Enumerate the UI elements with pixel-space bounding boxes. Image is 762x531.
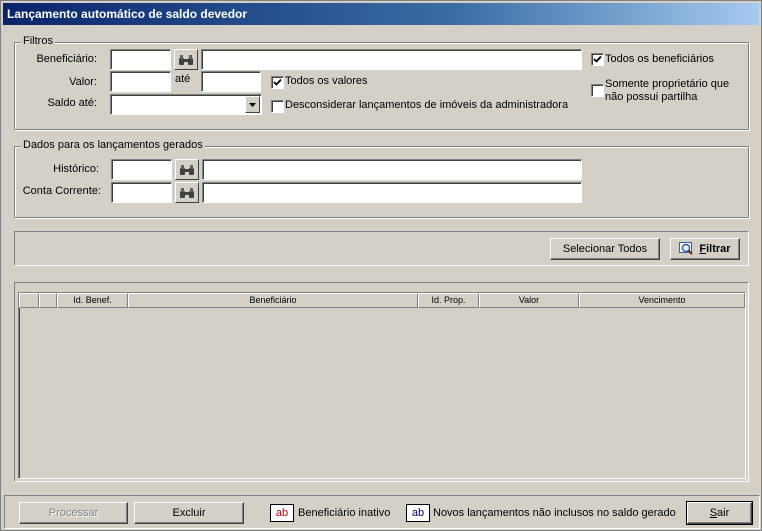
somente-proprietario-checkbox[interactable] <box>591 84 604 97</box>
desconsiderar-checkbox[interactable] <box>271 100 284 113</box>
excluir-button[interactable]: Excluir <box>134 502 244 524</box>
main-window: Lançamento automático de saldo devedor F… <box>0 0 762 531</box>
conta-desc-input[interactable] <box>202 182 582 203</box>
binoculars-icon <box>180 187 194 198</box>
dados-group-title: Dados para os lançamentos gerados <box>21 139 205 151</box>
saldo-label: Saldo até: <box>47 97 97 109</box>
valor-from-input[interactable] <box>110 71 171 92</box>
filtrar-label: Filtrar <box>699 243 731 255</box>
window-title: Lançamento automático de saldo devedor <box>3 3 759 25</box>
todos-valores-checkbox[interactable] <box>271 76 284 89</box>
checkmark-icon <box>593 55 602 63</box>
todos-valores-label: Todos os valores <box>285 75 368 87</box>
todos-beneficiarios-checkbox[interactable] <box>591 53 604 66</box>
sair-label: Sair <box>709 507 730 519</box>
grid-col-select[interactable] <box>39 293 57 308</box>
historico-desc-input[interactable] <box>202 159 582 180</box>
historico-id-input[interactable] <box>111 159 172 180</box>
grid-col-beneficiario[interactable]: Beneficiário <box>128 293 418 308</box>
beneficiario-inativo-label: Beneficiário inativo <box>298 507 391 519</box>
grid-col-valor[interactable]: Valor <box>479 293 579 308</box>
processar-button[interactable]: Processar <box>19 502 128 524</box>
selecionar-todos-button[interactable]: Selecionar Todos <box>550 238 660 260</box>
valor-to-input[interactable] <box>201 71 261 92</box>
somente-proprietario-label: Somente proprietário que não possui part… <box>605 78 729 104</box>
somente-proprietario-line2: não possui partilha <box>605 91 698 103</box>
grid-col-indicator <box>19 293 39 308</box>
checkmark-icon <box>273 78 282 86</box>
sair-button[interactable]: Sair <box>686 501 753 525</box>
todos-beneficiarios-label: Todos os beneficiários <box>605 53 714 65</box>
search-conta-button[interactable] <box>175 182 199 203</box>
novos-lancamentos-label: Novos lançamentos não inclusos no saldo … <box>433 507 676 519</box>
beneficiario-id-input[interactable] <box>110 49 171 70</box>
chevron-down-icon <box>249 102 256 107</box>
historico-label: Histórico: <box>53 163 99 175</box>
filtrar-button[interactable]: Filtrar <box>670 238 740 260</box>
binoculars-icon <box>180 164 194 175</box>
lancamentos-grid[interactable]: Id. Benef. Beneficiário Id. Prop. Valor … <box>18 292 746 479</box>
saldo-date-combo[interactable] <box>110 94 262 115</box>
saldo-dropdown-button[interactable] <box>245 96 260 113</box>
search-historico-button[interactable] <box>175 159 199 180</box>
desconsiderar-label: Desconsiderar lançamentos de imóveis da … <box>285 99 569 111</box>
ate-label: até <box>175 73 191 85</box>
filter-magnifier-icon <box>679 242 694 255</box>
grid-col-vencimento[interactable]: Vencimento <box>579 293 745 308</box>
grid-col-id-benef[interactable]: Id. Benef. <box>57 293 128 308</box>
beneficiario-name-input[interactable] <box>201 49 582 70</box>
new-legend-swatch: ab <box>406 504 430 522</box>
search-beneficiario-button[interactable] <box>174 49 198 70</box>
conta-id-input[interactable] <box>111 182 172 203</box>
beneficiario-label: Beneficiário: <box>36 53 97 65</box>
conta-corrente-label: Conta Corrente: <box>22 185 101 197</box>
inactive-legend-swatch: ab <box>270 504 294 522</box>
filtros-group-title: Filtros <box>21 35 55 47</box>
valor-label: Valor: <box>69 76 97 88</box>
binoculars-icon <box>179 54 193 65</box>
somente-proprietario-line1: Somente proprietário que <box>605 78 730 90</box>
grid-col-id-prop[interactable]: Id. Prop. <box>418 293 479 308</box>
